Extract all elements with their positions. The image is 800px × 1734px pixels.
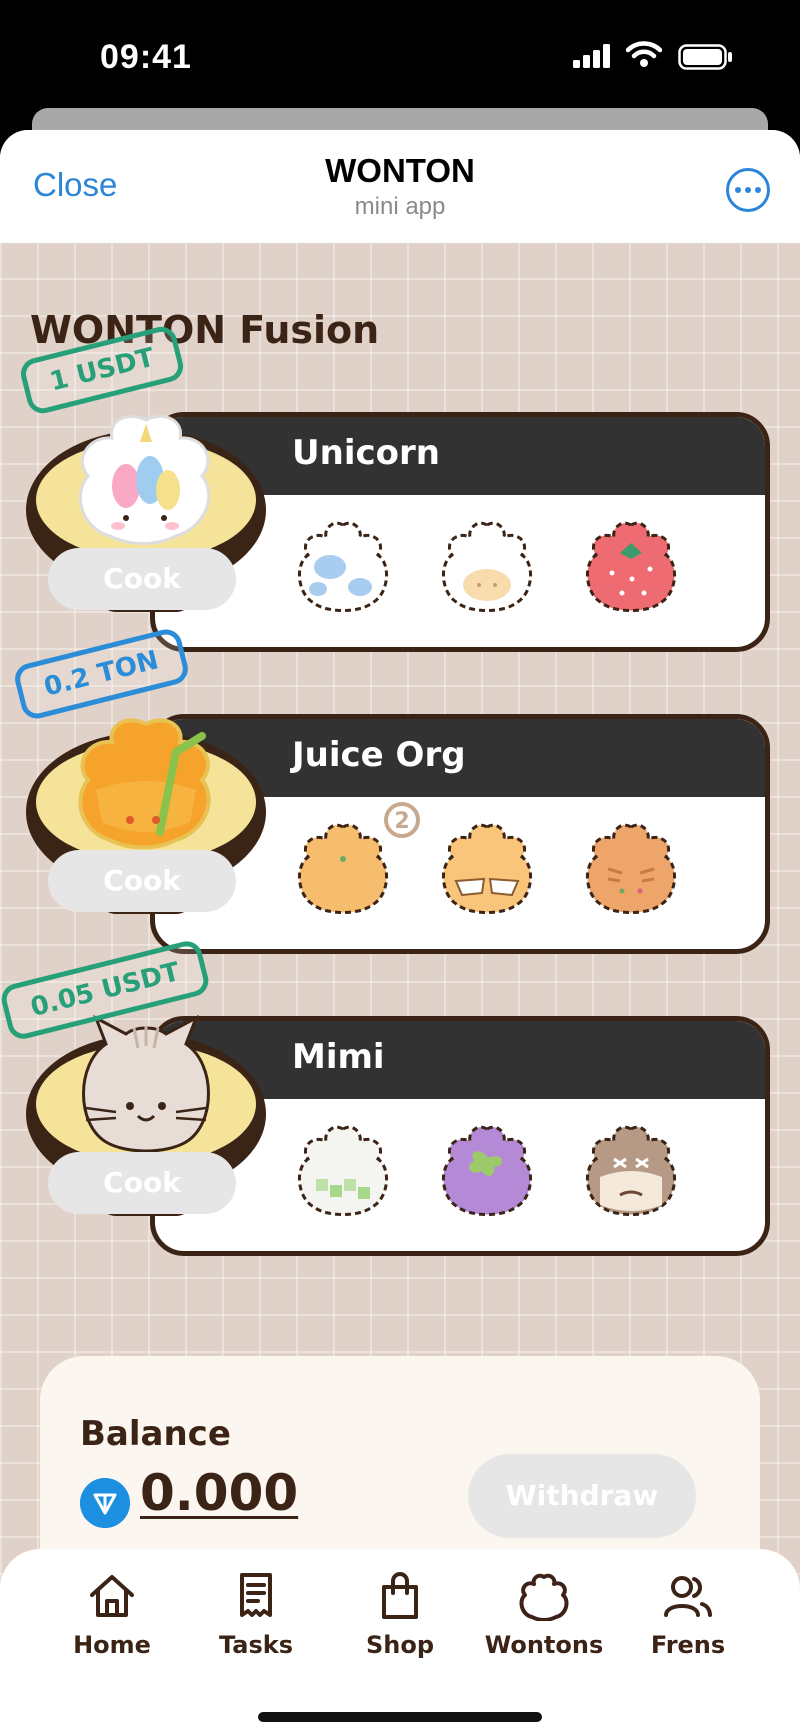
more-dot-icon bbox=[735, 187, 741, 193]
quantity-badge: 2 bbox=[384, 802, 420, 838]
strawberry-wonton-icon bbox=[585, 521, 677, 612]
recipe-name: Juice Org bbox=[292, 735, 466, 775]
cellular-signal-icon bbox=[573, 44, 610, 68]
ton-coin-icon bbox=[80, 1478, 130, 1528]
home-icon bbox=[90, 1575, 134, 1617]
tab-shop[interactable]: Shop bbox=[330, 1571, 470, 1659]
cook-button[interactable]: Cook bbox=[48, 1152, 236, 1214]
tab-tasks[interactable]: Tasks bbox=[186, 1571, 326, 1659]
bearded-wonton-icon bbox=[585, 1125, 677, 1216]
shop-icon bbox=[382, 1572, 418, 1619]
tab-frens[interactable]: Frens bbox=[618, 1571, 758, 1659]
tab-label: Tasks bbox=[218, 1631, 293, 1659]
balance-label: Balance bbox=[80, 1414, 231, 1454]
recipe-bowl-juice-org: Cook bbox=[26, 702, 266, 932]
tab-label: Wontons bbox=[484, 1631, 604, 1659]
friends-icon bbox=[664, 1576, 712, 1617]
battery-icon bbox=[678, 44, 732, 70]
tab-label: Shop bbox=[365, 1631, 435, 1659]
mini-app-header: Close WONTON mini app bbox=[0, 130, 800, 243]
tab-wontons[interactable]: Wontons bbox=[474, 1571, 614, 1659]
withdraw-button[interactable]: Withdraw bbox=[468, 1454, 696, 1538]
more-dot-icon bbox=[745, 187, 751, 193]
orange-wonton-icon bbox=[297, 823, 389, 914]
tab-label: Home bbox=[73, 1631, 151, 1659]
cow-wonton-icon bbox=[297, 521, 389, 612]
status-time: 09:41 bbox=[100, 38, 192, 76]
app-title: WONTON bbox=[325, 152, 475, 189]
recipe-name: Unicorn bbox=[292, 433, 440, 473]
more-options-button[interactable] bbox=[726, 168, 770, 212]
recipe-name: Mimi bbox=[292, 1037, 385, 1077]
sunglasses-wonton-icon bbox=[441, 823, 533, 914]
wonton-icon bbox=[519, 1573, 569, 1622]
grape-wonton-icon bbox=[441, 1125, 533, 1216]
tasks-icon bbox=[240, 1573, 272, 1617]
more-dot-icon bbox=[755, 187, 761, 193]
svg-text:2: 2 bbox=[394, 809, 409, 834]
status-bar: 09:41 bbox=[0, 0, 800, 120]
cook-button[interactable]: Cook bbox=[48, 850, 236, 912]
recipe-bowl-mimi: Cook bbox=[26, 1004, 266, 1234]
bottom-tab-bar: Home Tasks Shop Wontons Frens bbox=[0, 1549, 800, 1734]
wifi-icon bbox=[626, 41, 662, 67]
balance-value[interactable]: 0.000 bbox=[140, 1464, 298, 1522]
bun-wonton-icon bbox=[441, 521, 533, 612]
mini-app-sheet: Close WONTON mini app WONTON Fusion Unic… bbox=[0, 130, 800, 1734]
tab-label: Frens bbox=[650, 1631, 726, 1659]
home-indicator bbox=[258, 1712, 542, 1722]
matcha-wonton-icon bbox=[297, 1125, 389, 1216]
recipe-bowl-unicorn: Cook bbox=[26, 400, 266, 630]
app-subtitle: mini app bbox=[354, 193, 446, 220]
tiger-wonton-icon bbox=[585, 823, 677, 914]
tab-home[interactable]: Home bbox=[42, 1571, 182, 1659]
cook-button[interactable]: Cook bbox=[48, 548, 236, 610]
